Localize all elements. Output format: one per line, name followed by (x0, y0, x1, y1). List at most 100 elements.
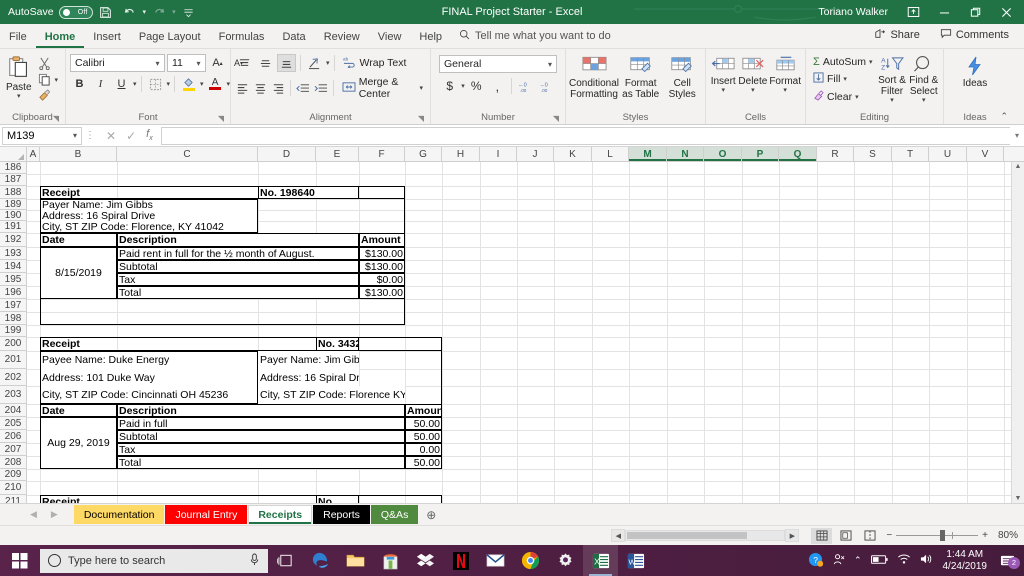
receipt-2-line-4-description[interactable]: Total (117, 456, 405, 469)
format-cells-button[interactable]: Format ▾ (769, 53, 801, 94)
select-all-button[interactable] (0, 147, 27, 161)
tab-page-layout[interactable]: Page Layout (130, 28, 210, 48)
accounting-dropdown-icon[interactable]: ▾ (461, 82, 465, 90)
receipt-1-number[interactable]: No. 198640 (258, 186, 359, 199)
row-header-206[interactable]: 206 (0, 430, 26, 443)
autosum-dropdown-icon[interactable]: ▾ (869, 58, 873, 66)
chrome-icon[interactable] (513, 545, 548, 576)
cut-button[interactable] (35, 56, 61, 71)
sheet-tab-receipts[interactable]: Receipts (248, 505, 313, 524)
column-header-A[interactable]: A (27, 147, 40, 161)
wrap-text-button[interactable]: ab Wrap Text (339, 54, 410, 72)
page-layout-view-icon[interactable] (835, 528, 856, 544)
zoom-slider-thumb[interactable] (940, 530, 946, 541)
row-header-201[interactable]: 201 (0, 351, 26, 369)
tab-file[interactable]: File (0, 28, 36, 48)
battery-icon[interactable] (870, 554, 888, 568)
underline-button[interactable]: U (112, 75, 131, 93)
add-sheet-icon[interactable]: ⊕ (419, 508, 443, 522)
row-header-194[interactable]: 194 (0, 260, 26, 273)
taskbar-clock[interactable]: 1:44 AM 4/24/2019 (943, 549, 988, 572)
next-sheet-icon[interactable]: ▶ (51, 509, 58, 520)
decrease-decimal-icon[interactable]: →0.00 (537, 77, 556, 95)
receipt-3-number[interactable]: No. (316, 495, 359, 503)
row-header-202[interactable]: 202 (0, 369, 26, 386)
align-middle-icon[interactable] (256, 54, 275, 72)
receipt-2-line-2-amount[interactable]: 50.00 (405, 430, 442, 443)
save-icon[interactable] (95, 2, 117, 22)
expand-formula-bar-icon[interactable]: ▾ (1010, 131, 1024, 140)
number-dialog-launcher[interactable]: ◥ (553, 114, 559, 123)
receipt-1-date-header[interactable]: Date (40, 233, 117, 247)
sheet-tab-journal-entry[interactable]: Journal Entry (165, 505, 248, 524)
column-header-J[interactable]: J (517, 147, 554, 161)
autosave-toggle[interactable]: Off (58, 5, 93, 19)
horizontal-scroll-track[interactable] (625, 530, 786, 541)
receipt-1-amount-header[interactable]: Amount (359, 233, 405, 247)
receipt-1-date-value[interactable]: 8/15/2019 (40, 247, 117, 299)
sort-filter-button[interactable]: A Z Sort & Filter ▾ (878, 53, 907, 104)
tab-home[interactable]: Home (36, 28, 85, 48)
microsoft-store-icon[interactable] (373, 545, 408, 576)
tab-insert[interactable]: Insert (84, 28, 130, 48)
column-header-L[interactable]: L (592, 147, 629, 161)
row-header-211[interactable]: 211 (0, 495, 26, 503)
zoom-slider[interactable] (896, 530, 979, 542)
borders-dropdown-icon[interactable]: ▾ (167, 80, 171, 88)
font-dialog-launcher[interactable]: ◥ (218, 114, 224, 123)
formula-input[interactable] (160, 126, 1010, 145)
vertical-scrollbar[interactable]: ▲ ▼ (1011, 162, 1024, 503)
sort-filter-dropdown-icon[interactable]: ▾ (890, 97, 894, 104)
copy-dropdown-icon[interactable]: ▾ (54, 76, 58, 84)
orientation-icon[interactable] (305, 54, 324, 72)
receipt-1-line-4-description[interactable]: Total (117, 286, 359, 299)
row-header-189[interactable]: 189 (0, 199, 26, 210)
receipt-1-line-2-description[interactable]: Subtotal (117, 260, 359, 273)
minimize-icon[interactable] (929, 0, 960, 24)
receipt-2-payee[interactable]: Payee Name: Duke Energy (40, 351, 258, 369)
row-header-186[interactable]: 186 (0, 162, 26, 174)
paste-dropdown-icon[interactable]: ▾ (17, 93, 21, 100)
decrease-indent-icon[interactable] (295, 79, 311, 97)
autosum-button[interactable]: Σ AutoSum ▾ (810, 55, 876, 69)
increase-indent-icon[interactable] (313, 79, 329, 97)
zoom-level-label[interactable]: 80% (992, 530, 1018, 541)
word-icon[interactable]: W (618, 545, 653, 576)
receipt-1-line-2-amount[interactable]: $130.00 (359, 260, 405, 273)
receipt-2-payee-address[interactable]: Address: 101 Duke Way (40, 369, 258, 386)
fill-color-icon[interactable] (179, 75, 198, 93)
scroll-down-icon[interactable]: ▼ (1015, 495, 1022, 502)
scroll-up-icon[interactable]: ▲ (1015, 163, 1022, 170)
column-header-H[interactable]: H (442, 147, 480, 161)
conditional-formatting-button[interactable]: Conditional Formatting (569, 53, 619, 100)
font-family-select[interactable]: Calibri ▾ (70, 54, 165, 72)
show-hidden-icons-icon[interactable]: ⌃ (854, 555, 862, 566)
fill-button[interactable]: Fill ▾ (810, 71, 876, 87)
dropbox-icon[interactable] (408, 545, 443, 576)
scroll-left-icon[interactable]: ◀ (611, 529, 626, 542)
receipt-2-date-header[interactable]: Date (40, 404, 117, 417)
scroll-right-icon[interactable]: ▶ (785, 529, 800, 542)
column-header-F[interactable]: F (359, 147, 405, 161)
tab-view[interactable]: View (369, 28, 411, 48)
comma-style-icon[interactable]: , (488, 77, 507, 95)
receipt-1-description-header[interactable]: Description (117, 233, 359, 247)
percent-format-icon[interactable]: % (467, 77, 486, 95)
normal-view-icon[interactable] (811, 527, 833, 544)
horizontal-scrollbar[interactable]: ◀ ▶ (0, 529, 805, 542)
clear-dropdown-icon[interactable]: ▾ (855, 93, 859, 101)
align-right-icon[interactable] (271, 79, 287, 97)
font-family-dropdown-icon[interactable]: ▾ (151, 59, 164, 68)
receipt-2-line-1-amount[interactable]: 50.00 (405, 417, 442, 430)
excel-icon[interactable]: X (583, 545, 618, 576)
receipt-2-payer-address[interactable]: Address: 16 Spiral Dr (258, 369, 359, 386)
row-header-191[interactable]: 191 (0, 221, 26, 233)
comments-button[interactable]: Comments (933, 25, 1016, 45)
close-icon[interactable] (991, 0, 1022, 24)
number-format-dropdown-icon[interactable]: ▾ (548, 60, 556, 69)
settings-icon[interactable] (548, 545, 583, 576)
receipt-2-amount-header[interactable]: Amount (405, 404, 442, 417)
font-color-icon[interactable]: A (206, 75, 225, 93)
column-header-B[interactable]: B (40, 147, 117, 161)
ideas-button[interactable]: Ideas (955, 53, 995, 89)
